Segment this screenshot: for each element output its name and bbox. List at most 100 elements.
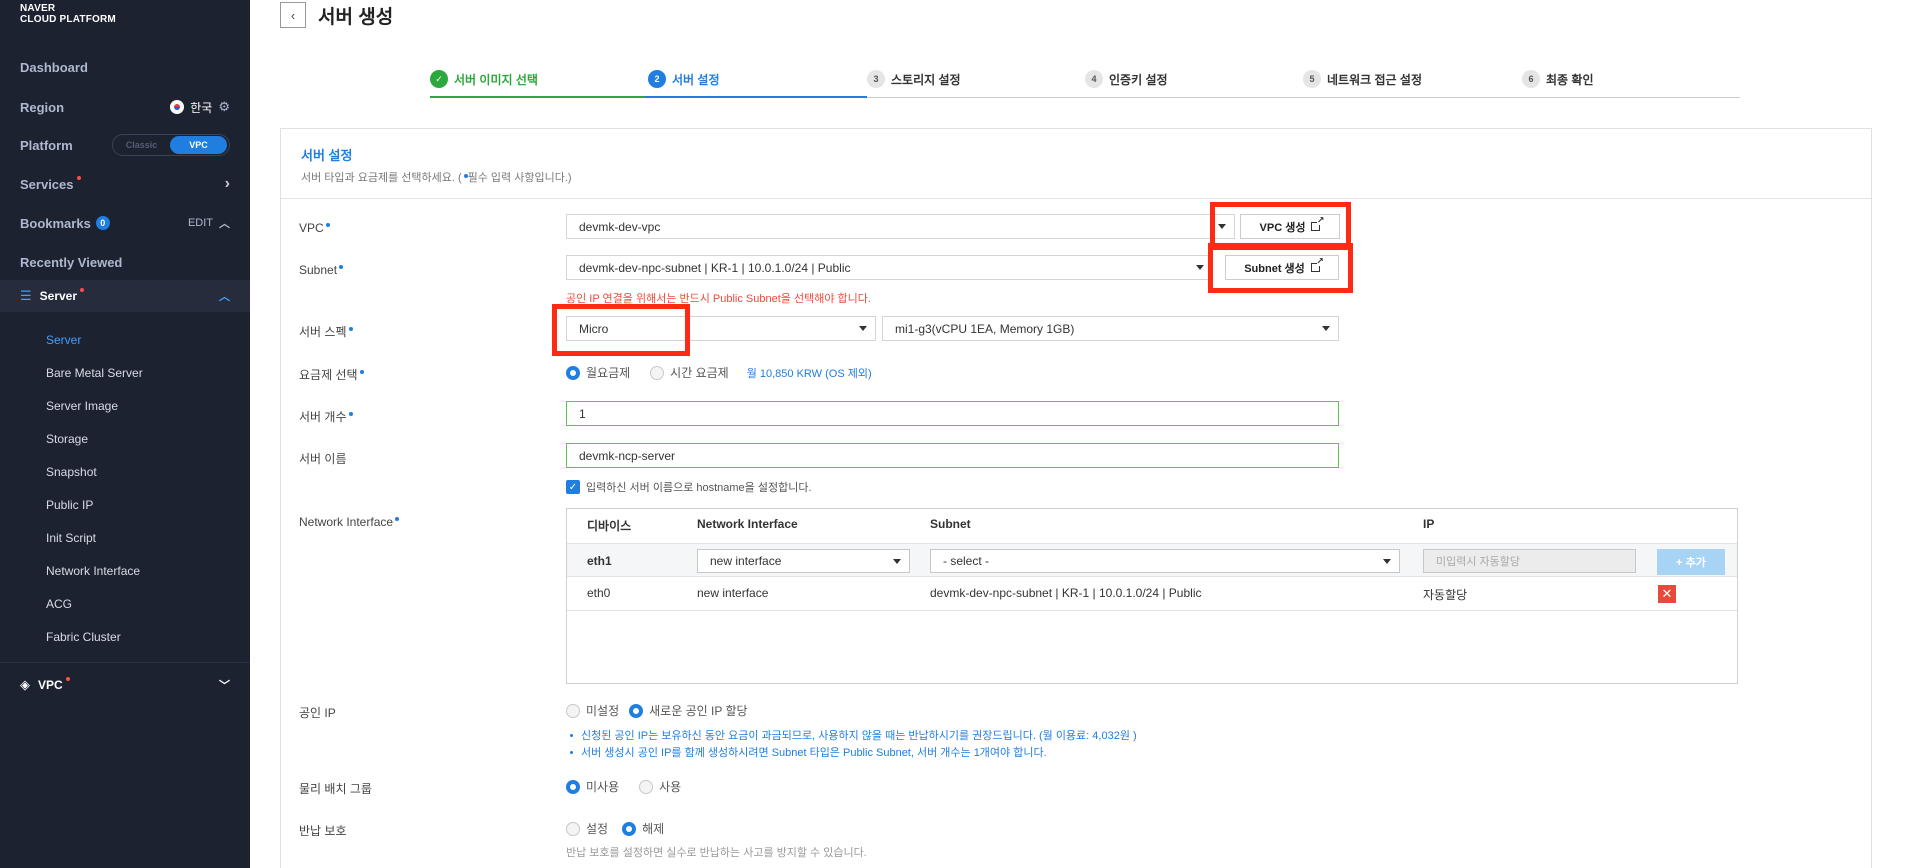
- step-label: 스토리지 설정: [891, 72, 961, 87]
- placement-used-radio[interactable]: 사용: [639, 778, 681, 795]
- sidebar-item-server[interactable]: ☰ Server ︿: [0, 280, 250, 312]
- platform-vpc[interactable]: VPC: [170, 136, 227, 154]
- sidebar-sub-acg[interactable]: ACG: [46, 597, 72, 611]
- placement-unused-radio[interactable]: 미사용: [566, 778, 619, 795]
- subnet-row-select[interactable]: - select -: [930, 549, 1400, 573]
- back-button[interactable]: ‹: [280, 2, 306, 28]
- sidebar-item-bookmarks[interactable]: Bookmarks 0 EDIT ︿: [0, 208, 250, 238]
- protect-off-radio[interactable]: 해제: [622, 820, 664, 837]
- new-dot: [80, 288, 85, 292]
- step-2[interactable]: 2 서버 설정: [648, 70, 720, 88]
- chevron-left-icon: ‹: [290, 7, 296, 23]
- step-label: 네트워크 접근 설정: [1327, 72, 1422, 87]
- gear-icon[interactable]: ⚙: [218, 99, 230, 115]
- caret-down-icon: [893, 559, 901, 564]
- remove-interface-button[interactable]: ✕: [1658, 585, 1676, 603]
- hostname-checkbox[interactable]: ✓ 입력하신 서버 이름으로 hostname을 설정합니다.: [566, 479, 812, 495]
- sidebar-item-services[interactable]: Services ›: [0, 169, 250, 199]
- step-label: 최종 확인: [1546, 72, 1594, 87]
- step-number: 2: [648, 70, 666, 88]
- step-number: 3: [867, 70, 885, 88]
- section-title: 서버 설정: [301, 148, 353, 163]
- sidebar-sub-network-interface[interactable]: Network Interface: [46, 564, 140, 578]
- public-ip-none-radio[interactable]: 미설정: [566, 702, 619, 719]
- recently-viewed-label: Recently Viewed: [20, 254, 123, 270]
- sidebar-item-recently-viewed[interactable]: Recently Viewed: [0, 247, 250, 277]
- highlight-box: [1208, 243, 1353, 293]
- chevron-down-icon: ﹀: [219, 680, 230, 692]
- protect-label: 반납 보호: [299, 824, 347, 838]
- pricing-price: 월 10,850 KRW (OS 제외): [746, 367, 872, 380]
- chevron-up-icon: ︿: [219, 291, 230, 303]
- vpc-value: devmk-dev-vpc: [579, 219, 661, 234]
- checkbox-checked-icon[interactable]: ✓: [566, 480, 580, 494]
- sidebar-sub-server[interactable]: Server: [46, 333, 81, 347]
- bookmarks-label: Bookmarks: [20, 215, 91, 231]
- sidebar-item-region[interactable]: Region 한국 ⚙: [0, 92, 250, 122]
- table-row: eth1 new interface - select - 미입력시 자동할당 …: [567, 543, 1737, 577]
- pricing-hourly-radio[interactable]: 시간 요금제: [650, 364, 729, 381]
- bookmarks-count-badge: 0: [95, 216, 110, 230]
- highlight-box: [552, 304, 690, 356]
- network-interface-table: 디바이스 Network Interface Subnet IP eth1 ne…: [566, 508, 1738, 684]
- step-number: 6: [1522, 70, 1540, 88]
- sidebar-sub-server-image[interactable]: Server Image: [46, 399, 118, 413]
- step-4: 4 인증키 설정: [1085, 70, 1168, 88]
- table-row: eth0 new interface devmk-dev-npc-subnet …: [567, 577, 1737, 611]
- sidebar-sub-init-script[interactable]: Init Script: [46, 531, 96, 545]
- card-header: 서버 설정 서버 타입과 요금제를 선택하세요. (필수 입력 사항입니다.): [281, 129, 1871, 199]
- step-6: 6 최종 확인: [1522, 70, 1594, 88]
- add-interface-button[interactable]: + 추가: [1657, 549, 1725, 575]
- sidebar-sub-public-ip[interactable]: Public IP: [46, 498, 93, 512]
- col-ni: Network Interface: [697, 517, 798, 531]
- pricing-options: 월요금제 시간 요금제 월 10,850 KRW (OS 제외): [566, 364, 872, 381]
- count-label: 서버 개수: [299, 408, 353, 425]
- bookmarks-edit-button[interactable]: EDIT: [188, 217, 213, 229]
- ip-input[interactable]: 미입력시 자동할당: [1423, 549, 1636, 573]
- platform-toggle[interactable]: Classic VPC: [112, 134, 230, 156]
- protect-on-radio[interactable]: 설정: [566, 820, 608, 837]
- step-number: 5: [1303, 70, 1321, 88]
- step-3: 3 스토리지 설정: [867, 70, 961, 88]
- stepper: ✓ 서버 이미지 선택 2 서버 설정 3 스토리지 설정 4 인증키 설정 5 네트워크…: [430, 58, 1740, 98]
- step-number: 4: [1085, 70, 1103, 88]
- pricing-monthly-radio[interactable]: 월요금제: [566, 364, 630, 381]
- divider: [0, 662, 250, 663]
- caret-down-icon: [1196, 265, 1204, 270]
- count-value: 1: [579, 406, 586, 421]
- region-label: Region: [20, 99, 65, 115]
- placement-label: 물리 배치 그룹: [299, 782, 372, 796]
- vpc-label: VPC: [38, 678, 63, 692]
- sidebar-item-vpc[interactable]: ◈ VPC ﹀: [0, 670, 250, 700]
- chevron-up-icon[interactable]: ︿: [219, 215, 230, 231]
- desc-text: 필수 입력 사항입니다.): [467, 172, 572, 184]
- vpc-select[interactable]: devmk-dev-vpc: [566, 214, 1235, 239]
- col-subnet: Subnet: [930, 517, 971, 531]
- server-count-input[interactable]: 1: [566, 401, 1339, 426]
- sidebar-item-dashboard[interactable]: Dashboard: [0, 52, 250, 82]
- sidebar: NAVER CLOUD PLATFORM Dashboard Region 한국…: [0, 0, 250, 868]
- server-label: Server: [39, 289, 78, 303]
- pricing-label: 요금제 선택: [299, 366, 364, 383]
- sidebar-sub-fabric-cluster[interactable]: Fabric Cluster: [46, 630, 121, 644]
- hostname-check-label: 입력하신 서버 이름으로 hostname을 설정합니다.: [586, 482, 812, 494]
- step-progress-current: [645, 96, 867, 98]
- sidebar-sub-snapshot[interactable]: Snapshot: [46, 465, 97, 479]
- server-icon: ☰: [20, 288, 32, 303]
- placement-options: 미사용 사용: [566, 778, 701, 795]
- subnet-select[interactable]: devmk-dev-npc-subnet | KR-1 | 10.0.1.0/2…: [566, 255, 1213, 280]
- server-name-input[interactable]: devmk-ncp-server: [566, 443, 1339, 468]
- step-1[interactable]: ✓ 서버 이미지 선택: [430, 70, 538, 88]
- name-label: 서버 이름: [299, 452, 347, 466]
- ni-select[interactable]: new interface: [697, 549, 910, 573]
- sidebar-item-platform: Platform Classic VPC: [0, 130, 250, 160]
- public-ip-new-radio[interactable]: 새로운 공인 IP 할당: [629, 702, 748, 719]
- public-ip-label: 공인 IP: [299, 706, 336, 720]
- platform-classic[interactable]: Classic: [113, 140, 170, 150]
- logo[interactable]: NAVER CLOUD PLATFORM: [20, 3, 116, 25]
- spec-detail-select[interactable]: mi1-g3(vCPU 1EA, Memory 1GB): [882, 316, 1339, 341]
- public-ip-note-1: 신청된 공인 IP는 보유하신 동안 요금이 과금되므로, 사용하지 않을 때는…: [570, 727, 1137, 743]
- step-5: 5 네트워크 접근 설정: [1303, 70, 1422, 88]
- sidebar-sub-bare-metal[interactable]: Bare Metal Server: [46, 366, 143, 380]
- sidebar-sub-storage[interactable]: Storage: [46, 432, 88, 446]
